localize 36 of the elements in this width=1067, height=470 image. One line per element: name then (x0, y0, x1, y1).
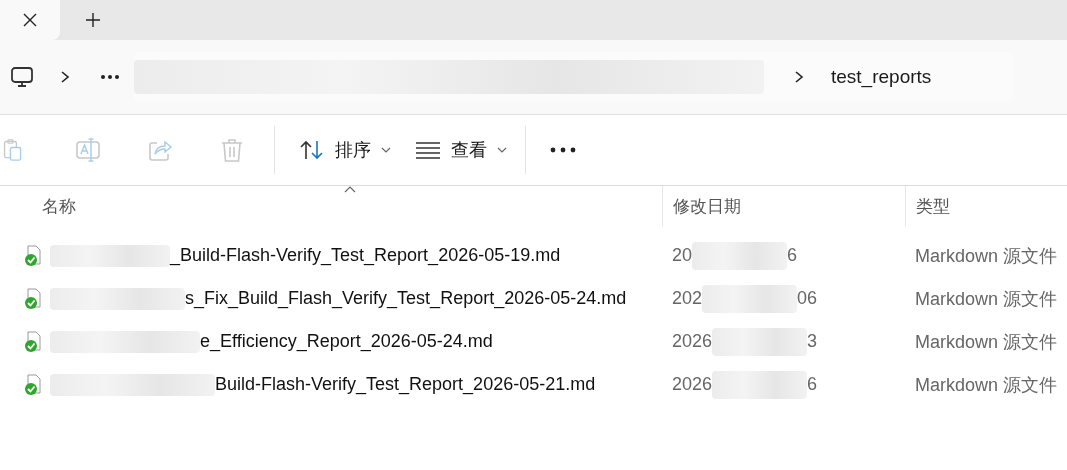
sort-icon (299, 139, 325, 161)
view-button[interactable]: 查看 (403, 132, 519, 168)
file-type: Markdown 源文件 (915, 287, 1058, 311)
date-text: 3 (807, 331, 818, 352)
dropdown-caret-icon (381, 147, 391, 153)
close-icon[interactable] (22, 12, 38, 28)
list-icon (415, 141, 441, 159)
file-type: Markdown 源文件 (915, 373, 1058, 397)
date-text: 06 (797, 288, 818, 309)
sort-button[interactable]: 排序 (287, 132, 403, 168)
date-text: 20 (672, 245, 693, 266)
file-name[interactable]: e_Efficiency_Report_2026-05-24.md (200, 331, 493, 352)
dropdown-caret-icon (497, 147, 507, 153)
rename-icon (75, 137, 101, 163)
more-icon (550, 147, 576, 153)
column-header[interactable]: 名称 (0, 186, 662, 226)
date-text: 2026 (672, 374, 713, 395)
column-header[interactable]: 类型 (905, 186, 1067, 226)
new-tab-icon[interactable] (85, 12, 101, 28)
chevron-icon[interactable] (60, 70, 70, 84)
file-type: Markdown 源文件 (915, 244, 1058, 268)
date-text: 202 (672, 288, 703, 309)
date-text: 6 (787, 245, 798, 266)
date-text: 2026 (672, 331, 713, 352)
more-icon[interactable] (100, 74, 120, 80)
computer-icon[interactable] (10, 66, 34, 88)
file-name[interactable]: s_Fix_Build_Flash_Verify_Test_Report_2026-05-24.md (185, 288, 627, 309)
column-header[interactable]: 修改日期 (662, 186, 905, 226)
folder-name[interactable]: test_reports (831, 66, 932, 88)
date-text: 6 (807, 374, 818, 395)
chevron-icon[interactable] (794, 70, 804, 84)
sort-caret-icon (344, 186, 357, 193)
file-name[interactable]: Build-Flash-Verify_Test_Report_2026-05-21.md (215, 374, 596, 395)
trash-icon (219, 137, 245, 163)
file-type: Markdown 源文件 (915, 330, 1058, 354)
file-name[interactable]: _Build-Flash-Verify_Test_Report_2026-05-19.md (170, 245, 561, 266)
